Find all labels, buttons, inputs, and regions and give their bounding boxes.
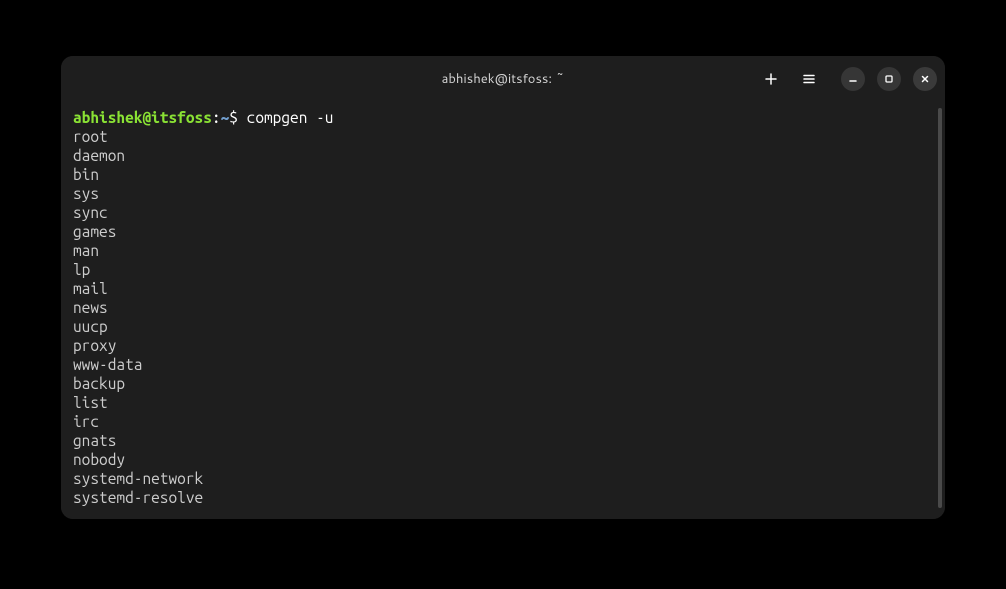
- output-line: nobody: [73, 450, 933, 469]
- output-container: rootdaemonbinsyssyncgamesmanlpmailnewsuu…: [73, 127, 933, 507]
- output-line: daemon: [73, 146, 933, 165]
- window-title: abhishek@itsfoss: ~: [442, 70, 565, 88]
- prompt-path: ~: [221, 109, 230, 126]
- output-line: systemd-resolve: [73, 488, 933, 507]
- maximize-icon: [884, 74, 894, 84]
- output-line: gnats: [73, 431, 933, 450]
- minimize-button[interactable]: [841, 67, 865, 91]
- window-controls: [841, 67, 937, 91]
- titlebar-controls: [759, 67, 937, 91]
- maximize-button[interactable]: [877, 67, 901, 91]
- terminal-window: abhishek@itsfoss: ~: [61, 56, 945, 519]
- titlebar: abhishek@itsfoss: ~: [61, 56, 945, 102]
- command-text: compgen -u: [247, 109, 334, 126]
- close-icon: [920, 74, 930, 84]
- output-line: list: [73, 393, 933, 412]
- output-line: news: [73, 298, 933, 317]
- output-line: uucp: [73, 317, 933, 336]
- minimize-icon: [848, 74, 858, 84]
- terminal-body[interactable]: abhishek@itsfoss:~$ compgen -u rootdaemo…: [61, 102, 945, 519]
- output-line: irc: [73, 412, 933, 431]
- output-line: man: [73, 241, 933, 260]
- scrollbar[interactable]: [938, 108, 942, 508]
- output-line: www-data: [73, 355, 933, 374]
- output-line: lp: [73, 260, 933, 279]
- prompt-symbol: $: [229, 109, 246, 126]
- prompt-user-host: abhishek@itsfoss: [73, 109, 212, 126]
- output-line: systemd-network: [73, 469, 933, 488]
- plus-icon: [764, 72, 778, 86]
- hamburger-icon: [802, 72, 816, 86]
- close-button[interactable]: [913, 67, 937, 91]
- menu-button[interactable]: [797, 67, 821, 91]
- output-line: proxy: [73, 336, 933, 355]
- output-line: mail: [73, 279, 933, 298]
- output-line: backup: [73, 374, 933, 393]
- prompt-colon: :: [212, 109, 221, 126]
- output-line: games: [73, 222, 933, 241]
- prompt-line: abhishek@itsfoss:~$ compgen -u: [73, 108, 933, 127]
- output-line: root: [73, 127, 933, 146]
- output-line: sync: [73, 203, 933, 222]
- output-line: bin: [73, 165, 933, 184]
- new-tab-button[interactable]: [759, 67, 783, 91]
- output-line: sys: [73, 184, 933, 203]
